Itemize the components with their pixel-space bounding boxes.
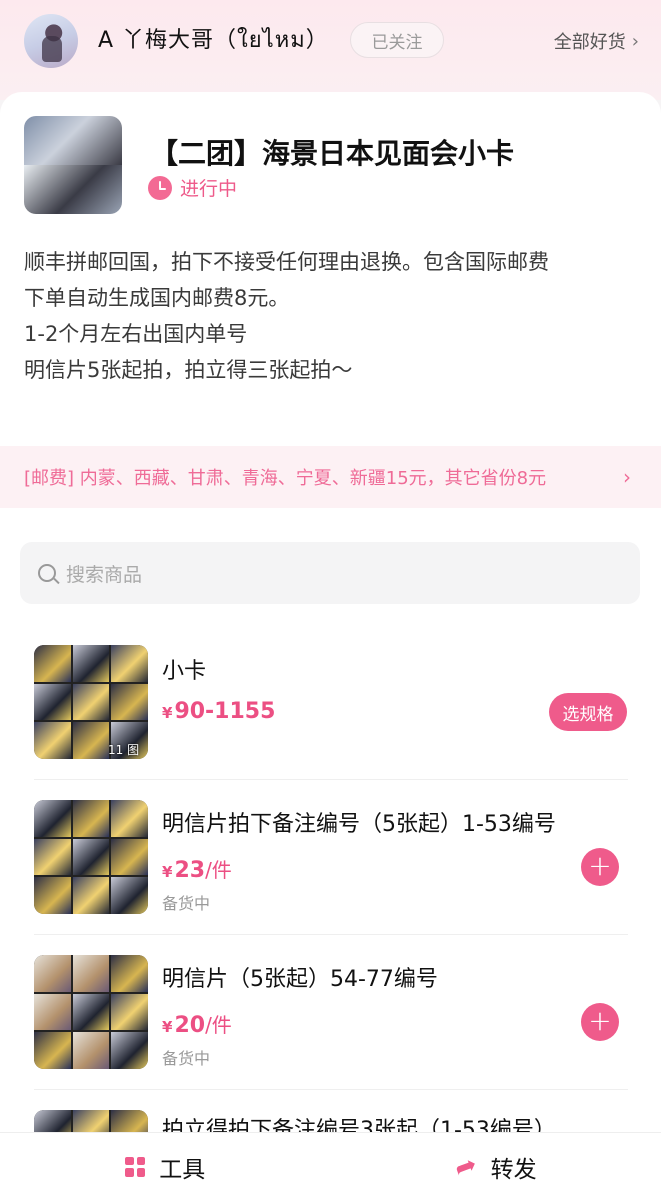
- product-item[interactable]: 11 图 小卡 ¥90-1155 选规格: [0, 645, 661, 795]
- price-value: 90-1155: [174, 699, 276, 724]
- share-icon: ➦: [450, 1148, 482, 1185]
- currency-symbol: ¥: [162, 704, 173, 722]
- group-description: 顺丰拼邮回国，拍下不接受任何理由退换。包含国际邮费 下单自动生成国内邮费8元。 …: [24, 244, 634, 388]
- product-image[interactable]: [34, 955, 148, 1069]
- product-price: ¥23/件: [162, 854, 232, 883]
- search-placeholder: 搜索商品: [66, 563, 143, 586]
- product-item[interactable]: 拍立得拍下备注编号3张起（1-53编号）: [0, 1110, 661, 1132]
- description-line: 下单自动生成国内邮费8元。: [24, 286, 290, 310]
- bottom-toolbar: 工具 ➦ 转发: [0, 1132, 661, 1200]
- currency-symbol: ¥: [162, 1018, 173, 1036]
- product-item[interactable]: 明信片（5张起）54-77编号 ¥20/件 备货中 +: [0, 955, 661, 1105]
- postage-info[interactable]: [邮费] 内蒙、西藏、甘肃、青海、宁夏、新疆15元，其它省份8元 ›: [0, 446, 661, 508]
- status-badge: 进行中: [148, 174, 237, 201]
- product-name: 明信片（5张起）54-77编号: [162, 967, 438, 992]
- grid-icon: [125, 1156, 146, 1177]
- price-unit: /件: [205, 1013, 232, 1037]
- divider: [34, 1089, 628, 1090]
- stock-status: 备货中: [162, 1049, 211, 1068]
- currency-symbol: ¥: [162, 863, 173, 881]
- tools-tab[interactable]: 工具: [0, 1133, 331, 1200]
- divider: [34, 779, 628, 780]
- group-cover-image[interactable]: [24, 116, 122, 214]
- search-input[interactable]: 搜索商品: [20, 542, 640, 604]
- share-label: 转发: [490, 1156, 537, 1183]
- price-value: 20: [174, 1013, 206, 1038]
- select-spec-button[interactable]: 选规格: [549, 693, 627, 731]
- postage-text: [邮费] 内蒙、西藏、甘肃、青海、宁夏、新疆15元，其它省份8元: [24, 468, 547, 489]
- all-goods-label: 全部好货: [553, 32, 626, 53]
- product-name: 明信片拍下备注编号（5张起）1-53编号: [162, 812, 556, 837]
- chevron-right-icon: ›: [623, 465, 631, 489]
- price-unit: /件: [205, 858, 232, 882]
- product-price: ¥90-1155: [162, 699, 275, 724]
- product-image[interactable]: [34, 1110, 148, 1132]
- stock-status: 备货中: [162, 894, 211, 913]
- follow-button[interactable]: 已关注: [350, 22, 444, 58]
- description-line: 明信片5张起拍，拍立得三张起拍～: [24, 358, 353, 382]
- avatar[interactable]: [24, 14, 78, 68]
- add-to-cart-button[interactable]: +: [581, 1003, 619, 1041]
- status-label: 进行中: [180, 178, 238, 200]
- add-to-cart-button[interactable]: +: [581, 848, 619, 886]
- description-line: 顺丰拼邮回国，拍下不接受任何理由退换。包含国际邮费: [24, 250, 549, 274]
- tools-label: 工具: [159, 1156, 206, 1183]
- divider: [34, 934, 628, 935]
- product-item[interactable]: 明信片拍下备注编号（5张起）1-53编号 ¥23/件 备货中 +: [0, 800, 661, 950]
- all-goods-link[interactable]: 全部好货 ›: [554, 28, 639, 54]
- username[interactable]: A 丫梅大哥（ใยไหม）: [98, 22, 329, 57]
- product-image[interactable]: [34, 800, 148, 914]
- search-icon: [38, 564, 56, 582]
- description-line: 1-2个月左右出国内单号: [24, 322, 248, 346]
- chevron-right-icon: ›: [631, 30, 639, 52]
- clock-icon: [148, 175, 172, 200]
- product-name: 拍立得拍下备注编号3张起（1-53编号）: [162, 1118, 556, 1132]
- image-count-badge: 11 图: [108, 743, 140, 757]
- group-title: 【二团】海景日本见面会小卡: [150, 137, 515, 170]
- share-tab[interactable]: ➦ 转发: [331, 1133, 661, 1200]
- price-value: 23: [174, 858, 206, 883]
- product-name: 小卡: [162, 659, 207, 684]
- product-price: ¥20/件: [162, 1009, 232, 1038]
